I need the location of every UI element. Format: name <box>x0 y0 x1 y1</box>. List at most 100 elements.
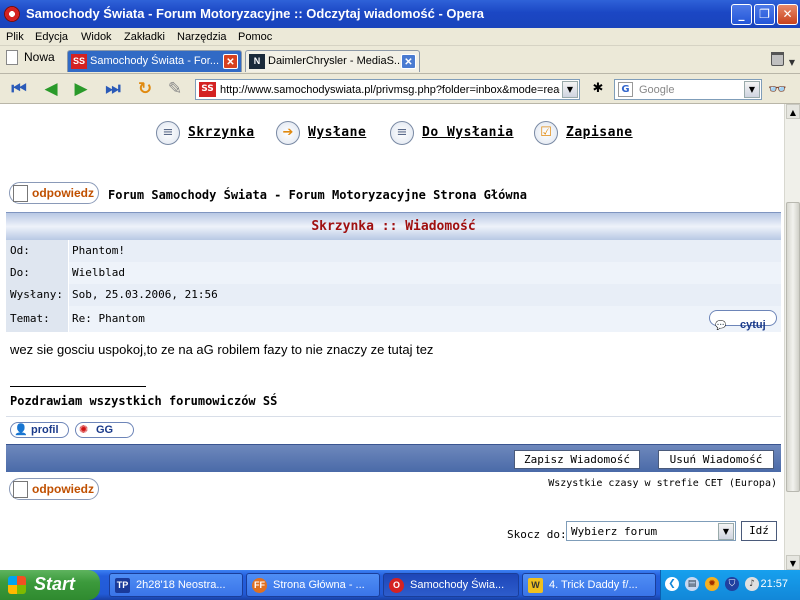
new-page-icon <box>6 50 18 66</box>
save-message-button[interactable]: Zapisz Wiadomość <box>514 450 640 469</box>
chevron-down-icon[interactable]: ▼ <box>789 58 795 67</box>
field-row-subject: Temat: Re: Phantom 💬 cytuj <box>6 306 781 332</box>
start-button[interactable]: Start <box>0 570 100 600</box>
nav-label[interactable]: Wysłane <box>308 125 366 140</box>
user-icon: 👤 <box>14 423 28 436</box>
title-bar: Samochody Świata - Forum Motoryzacyjne :… <box>0 0 800 28</box>
scroll-up-icon[interactable]: ▲ <box>786 104 800 119</box>
profile-label: profil <box>31 424 59 436</box>
edit-icon[interactable]: ✎ <box>164 79 186 99</box>
task-label: 4. Trick Daddy f/... <box>549 579 638 591</box>
window-title: Samochody Świata - Forum Motoryzacyjne :… <box>26 6 484 21</box>
vertical-scrollbar[interactable]: ▲ ▼ <box>784 104 800 570</box>
tab-close-icon[interactable]: ✕ <box>223 54 238 69</box>
rewind-icon[interactable]: ⏮ <box>8 79 30 99</box>
breadcrumb[interactable]: Forum Samochody Świata - Forum Motoryzac… <box>108 188 527 202</box>
n-favicon-icon: N <box>249 54 265 69</box>
jump-value: Wybierz forum <box>571 525 658 538</box>
chevron-down-icon[interactable]: ▼ <box>718 523 734 540</box>
restore-button[interactable]: ❐ <box>754 4 775 25</box>
winamp-icon: W <box>528 578 543 593</box>
nav-label[interactable]: Zapisane <box>566 125 633 140</box>
nav-label[interactable]: Do Wysłania <box>422 125 514 140</box>
task-item[interactable]: W 4. Trick Daddy f/... <box>522 573 656 597</box>
menu-plik[interactable]: Plik <box>6 31 24 43</box>
minimize-button[interactable]: _ <box>731 4 752 25</box>
start-label: Start <box>34 574 76 594</box>
document-icon <box>13 185 28 202</box>
tab-samochody[interactable]: SS Samochody Świata - For... ✕ <box>67 50 242 72</box>
tab-label: Samochody Świata - For... <box>90 55 219 67</box>
sun-icon[interactable]: ✹ <box>705 577 719 591</box>
field-label: Do: <box>6 262 68 284</box>
search-input[interactable]: G Google ▼ <box>614 79 762 100</box>
chevron-down-icon[interactable]: ▼ <box>562 81 578 98</box>
field-value: Sob, 25.03.2006, 21:56 <box>69 284 781 306</box>
tab-daimlerchrysler[interactable]: N DaimlerChrysler - MediaS... ✕ <box>245 50 420 72</box>
chevron-left-icon[interactable]: ❮ <box>665 577 679 591</box>
shield-icon[interactable]: ⛉ <box>725 577 739 591</box>
url-text[interactable]: http://www.samochodyswiata.pl/privmsg.ph… <box>220 84 560 96</box>
menu-edycja[interactable]: Edycja <box>35 31 68 43</box>
nav-label[interactable]: Skrzynka <box>188 125 255 140</box>
network-icon[interactable]: ▤ <box>685 577 699 591</box>
scroll-thumb[interactable] <box>786 202 800 492</box>
system-tray: ❮ ▤ ✹ ⛉ ♪ 21:57 <box>660 570 800 600</box>
delete-message-button[interactable]: Usuń Wiadomość <box>658 450 774 469</box>
field-value: Phantom! <box>69 240 781 262</box>
task-item[interactable]: TP 2h28'18 Neostra... <box>109 573 243 597</box>
timezone-text: Wszystkie czasy w strefie CET (Europa) <box>548 478 777 489</box>
firefox-icon: FF <box>252 578 267 593</box>
reload-icon[interactable]: ↻ <box>134 79 156 99</box>
new-tab-button[interactable]: Nowa <box>6 50 55 70</box>
speaker-icon[interactable]: ♪ <box>745 577 759 591</box>
tab-close-icon[interactable]: ✕ <box>401 54 416 69</box>
address-bar[interactable]: SS http://www.samochodyswiata.pl/privmsg… <box>195 79 580 100</box>
forward-icon[interactable]: ▶ <box>70 79 92 99</box>
menu-widok[interactable]: Widok <box>81 31 112 43</box>
subject-text: Re: Phantom <box>72 312 145 325</box>
go-button[interactable]: Idź <box>741 521 777 541</box>
field-value: Wielblad <box>69 262 781 284</box>
task-label: Strona Główna - ... <box>273 579 365 591</box>
task-label: Samochody Świa... <box>410 579 505 591</box>
task-item[interactable]: FF Strona Główna - ... <box>246 573 380 597</box>
chevron-down-icon[interactable]: ▼ <box>744 81 760 98</box>
ss-favicon-icon: SS <box>71 54 87 69</box>
profile-button[interactable]: 👤 profil <box>10 422 69 438</box>
gg-button[interactable]: ✺ GG <box>75 422 134 438</box>
menu-pomoc[interactable]: Pomoc <box>238 31 272 43</box>
field-row-to: Do: Wielblad <box>6 262 781 284</box>
action-bar: Zapisz Wiadomość Usuń Wiadomość <box>6 444 781 472</box>
back-icon[interactable]: ◀ <box>40 79 62 99</box>
menu-zakladki[interactable]: Zakładki <box>124 31 165 43</box>
outbox-icon: ≡ <box>390 121 414 145</box>
fast-forward-icon[interactable]: ⏭ <box>102 79 124 99</box>
quote-button[interactable]: 💬 cytuj <box>709 310 777 331</box>
task-item[interactable]: O Samochody Świa... <box>383 573 519 597</box>
opera-icon <box>4 6 20 22</box>
page-content: ≡ Skrzynka ➔ Wysłane ≡ Do Wysłania ☑ Zap… <box>0 104 784 570</box>
close-button[interactable]: ✕ <box>777 4 798 25</box>
tp-icon: TP <box>115 578 130 593</box>
message-body: wez sie gosciu uspokoj,to ze na aG robil… <box>10 342 434 357</box>
reply-label: odpowiedz <box>32 186 94 200</box>
speech-bubble-icon: 💬 <box>715 321 727 331</box>
field-label: Od: <box>6 240 68 262</box>
trash-icon[interactable] <box>771 52 784 66</box>
signature-text: Pozdrawiam wszystkich forumowiczów SŚ <box>10 394 278 408</box>
menu-bar: Plik Edycja Widok Zakładki Narzędzia Pom… <box>0 28 800 46</box>
reply-button[interactable]: odpowiedz <box>9 182 99 204</box>
field-value: Re: Phantom 💬 cytuj <box>69 306 781 332</box>
gg-flower-icon: ✺ <box>79 423 89 436</box>
glasses-icon[interactable]: 👓 <box>768 80 787 98</box>
menu-narzedzia[interactable]: Narzędzia <box>177 31 227 43</box>
reply-button-bottom[interactable]: odpowiedz <box>9 478 99 500</box>
joomla-icon[interactable]: ✱ <box>587 79 609 99</box>
scroll-down-icon[interactable]: ▼ <box>786 555 800 570</box>
quote-label: cytuj <box>740 319 766 331</box>
jump-select[interactable]: Wybierz forum ▼ <box>566 521 736 541</box>
tab-bar: Nowa SS Samochody Świata - For... ✕ N Da… <box>0 46 800 74</box>
opera-icon: O <box>389 578 404 593</box>
task-label: 2h28'18 Neostra... <box>136 579 226 591</box>
